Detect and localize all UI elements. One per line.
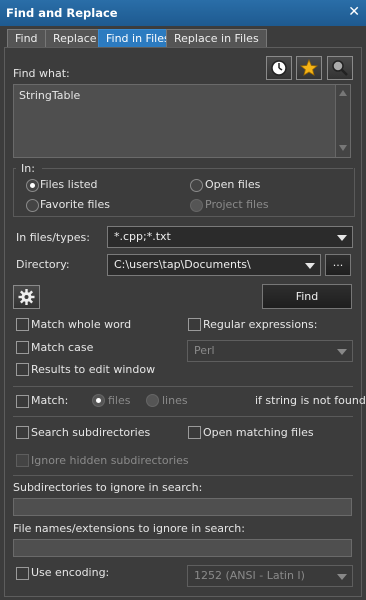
file-types-combo[interactable]: *.cpp;*.txt xyxy=(107,226,353,248)
find-what-scrollbar[interactable] xyxy=(335,85,350,157)
favorites-button[interactable] xyxy=(296,56,322,80)
search-subdirs-label[interactable]: Search subdirectories xyxy=(31,426,150,439)
tab-label: Find in Files xyxy=(106,32,170,45)
settings-button[interactable] xyxy=(13,285,40,309)
open-files-label[interactable]: Open files xyxy=(205,178,260,191)
magnifier-icon xyxy=(332,60,348,76)
match-whole-word-checkbox[interactable] xyxy=(16,318,29,331)
match-lines-label: lines xyxy=(162,394,188,407)
open-matching-checkbox[interactable] xyxy=(188,426,201,439)
files-listed-label[interactable]: Files listed xyxy=(40,178,98,191)
subdirs-ignore-label: Subdirectories to ignore in search: xyxy=(13,481,203,494)
use-encoding-checkbox[interactable] xyxy=(16,567,29,580)
clock-icon xyxy=(271,60,287,76)
encoding-combo: 1252 (ANSI - Latin I) xyxy=(187,565,353,587)
scroll-up-icon[interactable] xyxy=(339,90,347,96)
find-what-value: StringTable xyxy=(19,89,81,102)
directory-label: Directory: xyxy=(16,258,70,271)
match-suffix-label: if string is not found xyxy=(255,394,366,407)
radio-files-listed[interactable] xyxy=(26,179,39,192)
open-matching-label[interactable]: Open matching files xyxy=(203,426,314,439)
subdirs-ignore-input[interactable] xyxy=(13,498,352,516)
tab-label: Replace in Files xyxy=(174,32,259,45)
ignore-hidden-checkbox xyxy=(16,454,29,467)
find-button[interactable]: Find xyxy=(262,284,352,309)
match-files-label: files xyxy=(108,394,131,407)
regex-type-combo: Perl xyxy=(187,340,353,362)
radio-project-files xyxy=(190,199,203,212)
directory-value: C:\users\tap\Documents\ xyxy=(114,258,251,271)
match-case-label[interactable]: Match case xyxy=(31,341,93,354)
regex-type-value: Perl xyxy=(194,344,215,357)
chevron-down-icon[interactable] xyxy=(305,263,315,269)
file-ext-ignore-label: File names/extensions to ignore in searc… xyxy=(13,522,245,535)
tab-replace[interactable]: Replace xyxy=(45,29,105,48)
regex-checkbox[interactable] xyxy=(188,318,201,331)
file-types-value: *.cpp;*.txt xyxy=(114,230,171,243)
find-what-input[interactable]: StringTable xyxy=(13,84,351,158)
search-options-button[interactable] xyxy=(327,56,353,80)
tab-find[interactable]: Find xyxy=(7,29,46,48)
gear-icon xyxy=(18,289,35,305)
results-to-edit-checkbox[interactable] xyxy=(16,363,29,376)
chevron-down-icon[interactable] xyxy=(337,235,347,241)
radio-match-files xyxy=(92,394,105,407)
regex-label[interactable]: Regular expressions: xyxy=(203,318,317,331)
title-bar: Find and Replace ✕ xyxy=(0,0,366,26)
radio-open-files[interactable] xyxy=(190,179,203,192)
search-subdirs-checkbox[interactable] xyxy=(16,426,29,439)
scroll-down-icon[interactable] xyxy=(339,145,347,151)
divider xyxy=(13,475,353,476)
browse-label: ... xyxy=(332,256,344,269)
chevron-down-icon xyxy=(337,349,347,355)
ignore-hidden-label: Ignore hidden subdirectories xyxy=(31,454,189,467)
tab-label: Find xyxy=(15,32,38,45)
favorite-files-label[interactable]: Favorite files xyxy=(40,198,110,211)
match-case-checkbox[interactable] xyxy=(16,341,29,354)
in-group-label: In: xyxy=(21,162,35,175)
close-icon[interactable]: ✕ xyxy=(348,4,360,20)
group-border xyxy=(13,168,16,169)
match-label[interactable]: Match: xyxy=(31,394,68,407)
star-icon xyxy=(299,58,319,76)
divider xyxy=(13,386,353,387)
find-what-label: Find what: xyxy=(13,67,70,80)
radio-favorite-files[interactable] xyxy=(26,199,39,212)
file-types-label: In files/types: xyxy=(16,231,90,244)
window-title: Find and Replace xyxy=(6,6,118,20)
use-encoding-label[interactable]: Use encoding: xyxy=(31,566,109,579)
find-button-label: Find xyxy=(295,290,319,303)
browse-button[interactable]: ... xyxy=(325,254,351,276)
radio-match-lines xyxy=(146,394,159,407)
directory-combo[interactable]: C:\users\tap\Documents\ xyxy=(107,254,321,276)
match-checkbox[interactable] xyxy=(16,395,29,408)
history-button[interactable] xyxy=(266,56,292,80)
file-ext-ignore-input[interactable] xyxy=(13,539,352,557)
chevron-down-icon xyxy=(337,574,347,580)
project-files-label: Project files xyxy=(205,198,269,211)
match-whole-word-label[interactable]: Match whole word xyxy=(31,318,131,331)
divider xyxy=(13,416,353,417)
tab-replace-in-files[interactable]: Replace in Files xyxy=(166,29,267,48)
group-border xyxy=(42,168,353,169)
results-to-edit-label[interactable]: Results to edit window xyxy=(31,363,155,376)
tab-label: Replace xyxy=(53,32,97,45)
encoding-value: 1252 (ANSI - Latin I) xyxy=(194,569,305,582)
